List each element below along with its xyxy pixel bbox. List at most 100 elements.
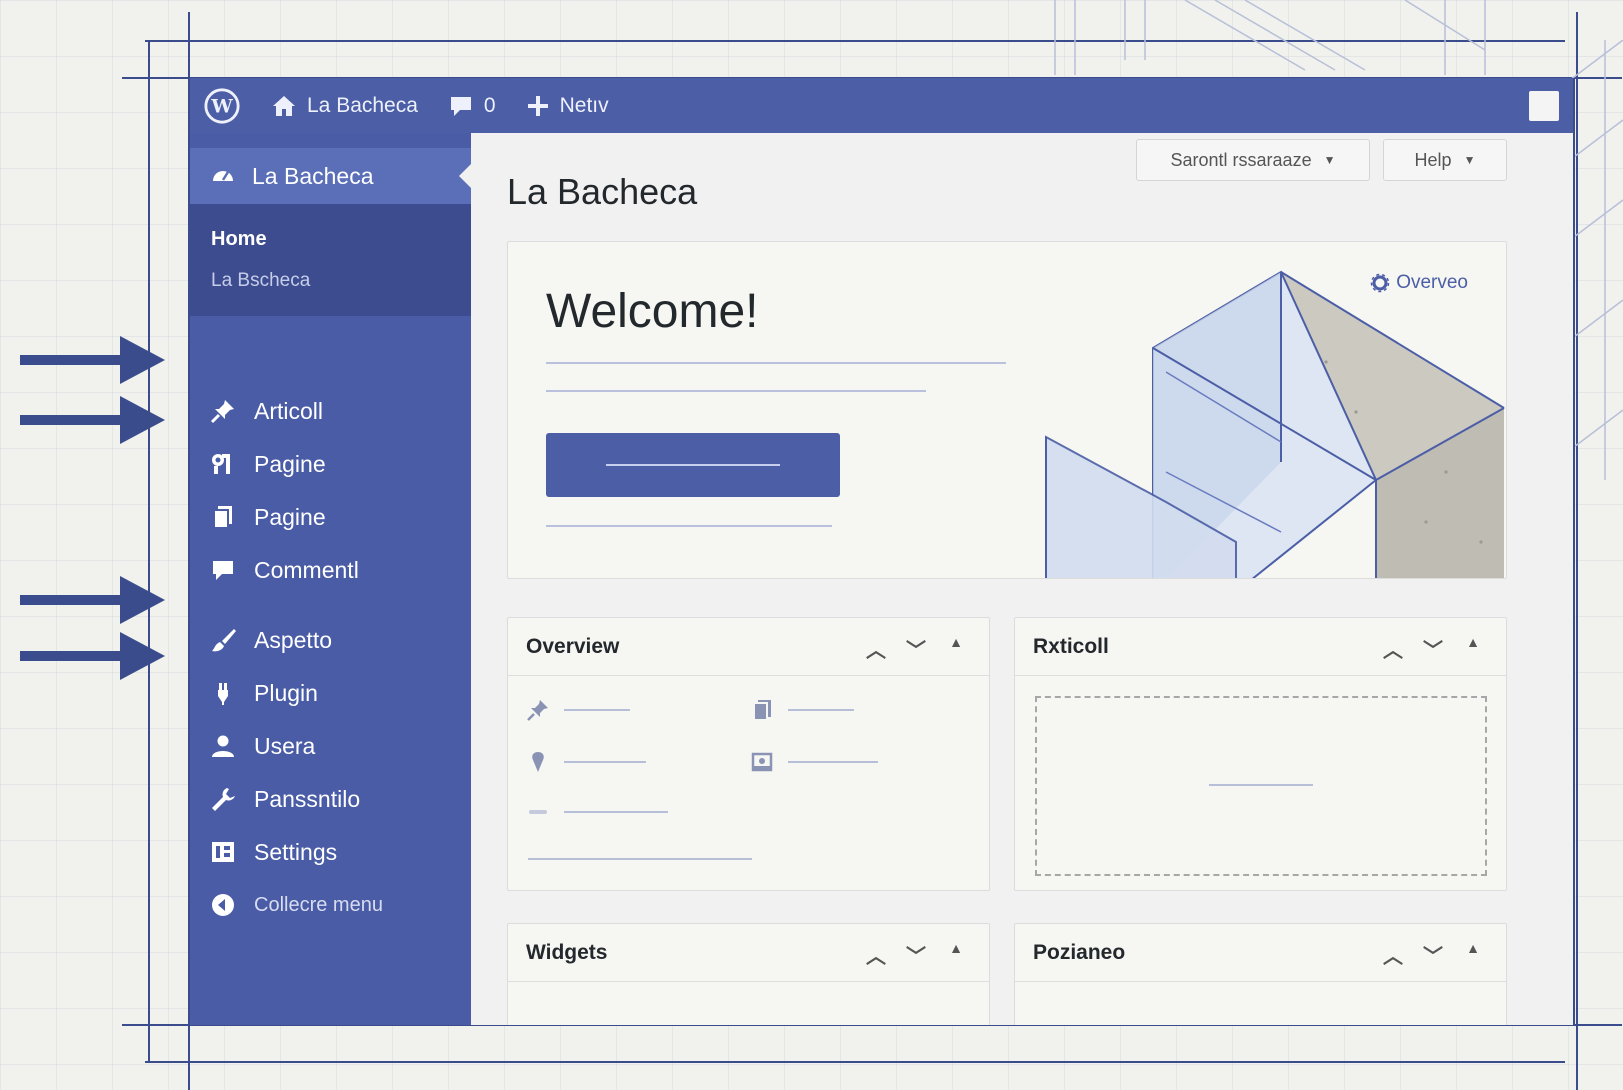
sidebar-item-tools[interactable]: Panssntilo xyxy=(208,784,360,814)
panel-header: Pozianeo ︿ ﹀ ▲ xyxy=(1015,924,1506,982)
screen-options-button[interactable]: Sarontl rssaraaze ▼ xyxy=(1136,139,1370,181)
pin-icon xyxy=(527,700,548,721)
plus-icon xyxy=(527,95,548,116)
list-item xyxy=(526,800,668,824)
move-down-icon[interactable]: ﹀ xyxy=(905,634,927,663)
sidebar-item-label: Usera xyxy=(254,732,316,759)
placeholder-line xyxy=(788,709,854,711)
page-title: La Bacheca xyxy=(507,171,698,212)
sidebar-item-label: Articoll xyxy=(254,397,324,424)
move-down-icon[interactable]: ﹀ xyxy=(1422,940,1444,969)
sidebar-item-articoli[interactable]: Articoll xyxy=(208,396,323,426)
panel-controls: ︿ ﹀ ▲ xyxy=(865,940,967,969)
toggle-panel-icon[interactable]: ▲ xyxy=(945,634,967,663)
drop-zone[interactable] xyxy=(1035,696,1487,876)
collapse-menu-button[interactable]: Collecre menu xyxy=(208,890,383,920)
move-up-icon[interactable]: ︿ xyxy=(1382,940,1404,969)
welcome-title: Welcome! xyxy=(546,285,759,338)
site-name: La Bacheca xyxy=(307,93,418,117)
sidebar-item-aspetto[interactable]: Aspetto xyxy=(208,625,332,655)
panel-title: Pozianeo xyxy=(1033,940,1126,964)
settings-icon xyxy=(208,837,238,867)
list-item xyxy=(750,750,878,774)
placeholder-line xyxy=(546,362,1006,364)
placeholder-line xyxy=(564,811,668,813)
admin-sidebar: La Bacheca Home La Bscheca Articoll Pagi… xyxy=(190,133,471,1025)
list-item xyxy=(750,698,854,722)
panel-header: Rxticoll ︿ ﹀ ▲ xyxy=(1015,618,1506,676)
dashboard-submenu: Home La Bscheca xyxy=(190,204,471,316)
list-item xyxy=(526,750,646,774)
annotation-arrow-articoli xyxy=(20,336,165,384)
widgets-panel: Widgets ︿ ﹀ ▲ xyxy=(507,923,990,1025)
welcome-panel: Welcome! Overveo xyxy=(507,241,1507,579)
panel-header: Overview ︿ ﹀ ▲ xyxy=(508,618,989,676)
move-up-icon[interactable]: ︿ xyxy=(1382,634,1404,663)
collapse-icon xyxy=(208,890,238,920)
sidebar-item-label: La Bacheca xyxy=(252,162,374,189)
sidebar-item-pagine-media[interactable]: Pagine xyxy=(208,449,326,479)
panel-controls: ︿ ﹀ ▲ xyxy=(1382,634,1484,663)
placeholder-line xyxy=(528,858,752,860)
sketch-lines-top xyxy=(1054,0,1486,75)
overview-link[interactable]: Overveo xyxy=(1370,272,1468,294)
sidebar-item-label: Commentl xyxy=(254,556,359,583)
gear-icon xyxy=(1370,273,1390,293)
link-icon xyxy=(529,810,547,814)
annotation-arrow-plugin xyxy=(20,632,165,680)
comment-bubble-icon xyxy=(450,96,471,116)
media-icon xyxy=(208,449,238,479)
brush-icon xyxy=(208,625,238,655)
articoli-panel: Rxticoll ︿ ﹀ ▲ xyxy=(1014,617,1507,891)
overview-panel: Overview ︿ ﹀ ▲ xyxy=(507,617,990,891)
help-button[interactable]: Help ▼ xyxy=(1383,139,1507,181)
welcome-primary-button[interactable] xyxy=(546,433,840,497)
site-home-link[interactable]: La Bacheca xyxy=(271,93,418,119)
panel-controls: ︿ ﹀ ▲ xyxy=(865,634,967,663)
sidebar-item-label: Pagine xyxy=(254,450,326,477)
move-down-icon[interactable]: ﹀ xyxy=(905,940,927,969)
pozianeo-panel: Pozianeo ︿ ﹀ ▲ xyxy=(1014,923,1507,1025)
placeholder-line xyxy=(564,761,646,763)
panel-title: Widgets xyxy=(526,940,608,964)
toggle-panel-icon[interactable]: ▲ xyxy=(1462,940,1484,969)
sidebar-item-label: Settings xyxy=(254,838,338,865)
home-icon xyxy=(273,95,295,116)
submenu-item-dashboard[interactable]: La Bscheca xyxy=(211,270,310,292)
sidebar-item-label: Plugin xyxy=(254,679,318,706)
panel-title: Overview xyxy=(526,634,620,658)
main-content: La Bacheca Sarontl rssaraaze ▼ Help ▼ We… xyxy=(471,133,1573,1025)
caret-down-icon: ▼ xyxy=(1463,153,1476,167)
sidebar-item-commenti[interactable]: Commentl xyxy=(208,555,359,585)
move-up-icon[interactable]: ︿ xyxy=(865,634,887,663)
frame-line-bottom-outer xyxy=(145,1061,1565,1063)
user-avatar[interactable] xyxy=(1529,91,1559,121)
sidebar-item-dashboard[interactable]: La Bacheca xyxy=(190,148,471,204)
comment-icon xyxy=(208,555,238,585)
placeholder-line xyxy=(564,709,630,711)
annotation-arrow-aspetto xyxy=(20,576,165,624)
list-item xyxy=(526,698,630,722)
image-icon xyxy=(751,752,773,772)
annotation-arrow-pagine xyxy=(20,396,165,444)
move-up-icon[interactable]: ︿ xyxy=(865,940,887,969)
toggle-panel-icon[interactable]: ▲ xyxy=(1462,634,1484,663)
pages-icon xyxy=(753,700,771,721)
placeholder-line xyxy=(546,390,926,392)
panel-header: Widgets ︿ ﹀ ▲ xyxy=(508,924,989,982)
move-down-icon[interactable]: ﹀ xyxy=(1422,634,1444,663)
sidebar-item-plugin[interactable]: Plugin xyxy=(208,678,318,708)
screen-options-label: Sarontl rssaraaze xyxy=(1170,149,1312,170)
toggle-panel-icon[interactable]: ▲ xyxy=(945,940,967,969)
sidebar-item-label: Panssntilo xyxy=(254,785,361,812)
submenu-item-home[interactable]: Home xyxy=(211,228,267,251)
location-pin-icon xyxy=(532,752,544,772)
sidebar-item-users[interactable]: Usera xyxy=(208,731,315,761)
comments-link[interactable]: 0 xyxy=(448,93,496,119)
overview-link-label: Overveo xyxy=(1396,272,1468,293)
plugin-icon xyxy=(208,678,238,708)
wordpress-logo-icon[interactable]: W xyxy=(203,87,241,125)
new-content-link[interactable]: Netıv xyxy=(526,94,609,118)
sidebar-item-pagine[interactable]: Pagine xyxy=(208,502,326,532)
sidebar-item-settings[interactable]: Settings xyxy=(208,837,337,867)
